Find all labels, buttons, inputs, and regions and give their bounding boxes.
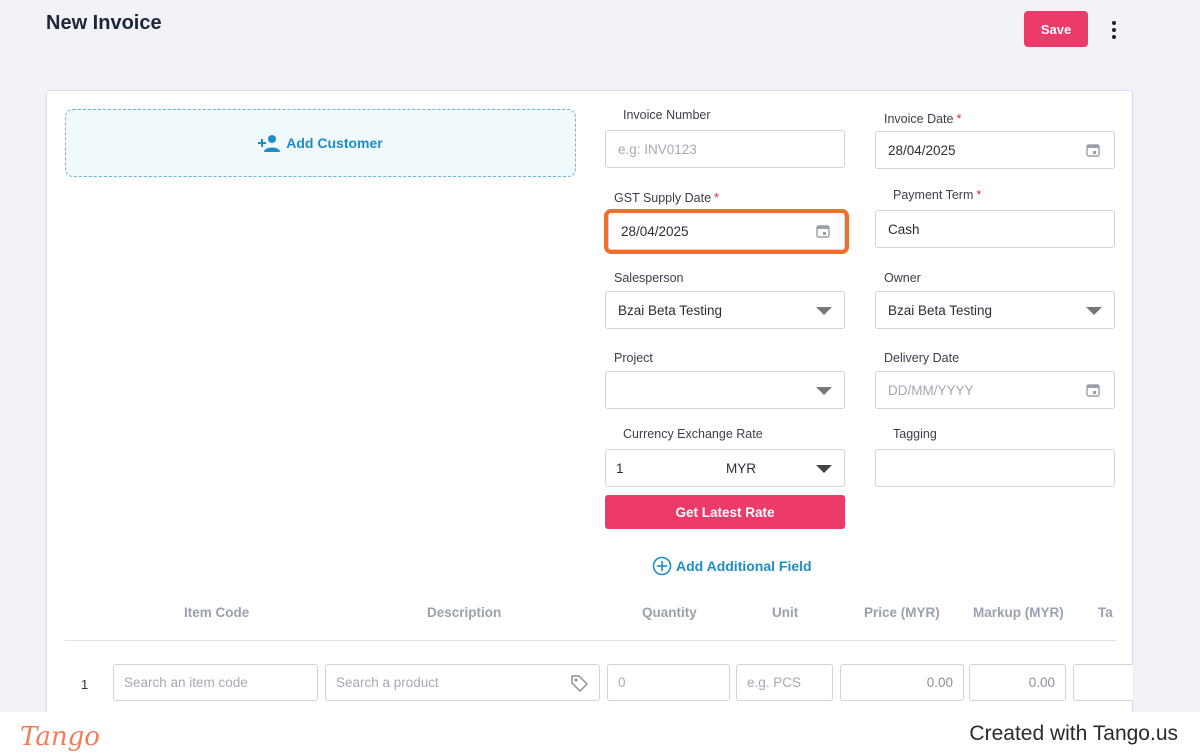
col-header-markup: Markup (MYR) [973, 605, 1064, 620]
tag-icon[interactable] [569, 673, 589, 693]
row-number: 1 [81, 677, 89, 692]
tagging-input[interactable] [875, 449, 1115, 487]
description-input[interactable]: Search a product [325, 664, 600, 701]
invoice-date-label: Invoice Date * [884, 112, 962, 126]
add-circle-icon [652, 556, 672, 576]
payment-term-label: Payment Term * [893, 188, 982, 202]
price-input[interactable]: 0.00 [840, 664, 964, 701]
exchange-rate-value[interactable]: 1 [616, 461, 624, 476]
add-customer-button[interactable]: Add Customer [65, 109, 576, 177]
footer-bar: Tango Created with Tango.us [0, 712, 1200, 756]
col-header-tax: Ta [1098, 605, 1113, 620]
get-latest-rate-button[interactable]: Get Latest Rate [605, 495, 845, 529]
chevron-down-icon [816, 307, 832, 315]
col-header-price: Price (MYR) [864, 605, 940, 620]
invoice-number-label: Invoice Number [623, 108, 711, 122]
gst-supply-date-label: GST Supply Date * [614, 191, 719, 205]
delivery-date-label: Delivery Date [884, 351, 960, 365]
chevron-down-icon [1086, 307, 1102, 315]
col-header-item-code: Item Code [184, 605, 250, 620]
quantity-input[interactable]: 0 [607, 664, 730, 701]
owner-label: Owner [884, 271, 921, 285]
chevron-down-icon [816, 387, 832, 395]
unit-input[interactable]: e.g. PCS [736, 664, 833, 701]
table-divider [65, 640, 1116, 641]
col-header-unit: Unit [772, 605, 799, 620]
page: New Invoice Save Add Customer Invoice Nu… [0, 0, 1200, 712]
invoice-date-input[interactable]: 28/04/2025 [875, 131, 1115, 169]
invoice-number-input[interactable]: e.g: INV0123 [605, 130, 845, 168]
delivery-date-input[interactable]: DD/MM/YYYY [875, 371, 1115, 409]
add-customer-label: Add Customer [286, 135, 383, 151]
project-label: Project [614, 351, 653, 365]
col-header-quantity: Quantity [642, 605, 697, 620]
add-additional-field-button[interactable]: Add Additional Field [652, 556, 812, 576]
markup-input[interactable]: 0.00 [969, 664, 1066, 701]
col-header-description: Description [427, 605, 502, 620]
add-person-icon [258, 135, 281, 152]
currency-select[interactable]: MYR [726, 461, 756, 476]
tax-input[interactable] [1073, 664, 1133, 701]
tango-logo: Tango [20, 722, 100, 752]
salesperson-label: Salesperson [614, 271, 684, 285]
save-button[interactable]: Save [1024, 11, 1088, 47]
item-code-input[interactable]: Search an item code [113, 664, 318, 701]
created-with-text: Created with Tango.us [969, 722, 1178, 745]
salesperson-select[interactable]: Bzai Beta Testing [605, 291, 845, 329]
owner-select[interactable]: Bzai Beta Testing [875, 291, 1115, 329]
more-options-icon[interactable] [1104, 18, 1124, 42]
chevron-down-icon [816, 465, 832, 473]
project-select[interactable] [605, 371, 845, 409]
tagging-label: Tagging [893, 427, 937, 441]
calendar-icon[interactable] [1086, 383, 1100, 397]
invoice-form-card: Add Customer Invoice Number e.g: INV0123… [46, 90, 1133, 712]
highlight-ring [604, 209, 849, 254]
currency-exchange-rate-label: Currency Exchange Rate [623, 427, 763, 441]
payment-term-input[interactable]: Cash [875, 210, 1115, 248]
currency-exchange-rate-input[interactable]: 1 MYR [605, 449, 845, 487]
calendar-icon[interactable] [1086, 143, 1100, 157]
page-title: New Invoice [46, 12, 162, 34]
